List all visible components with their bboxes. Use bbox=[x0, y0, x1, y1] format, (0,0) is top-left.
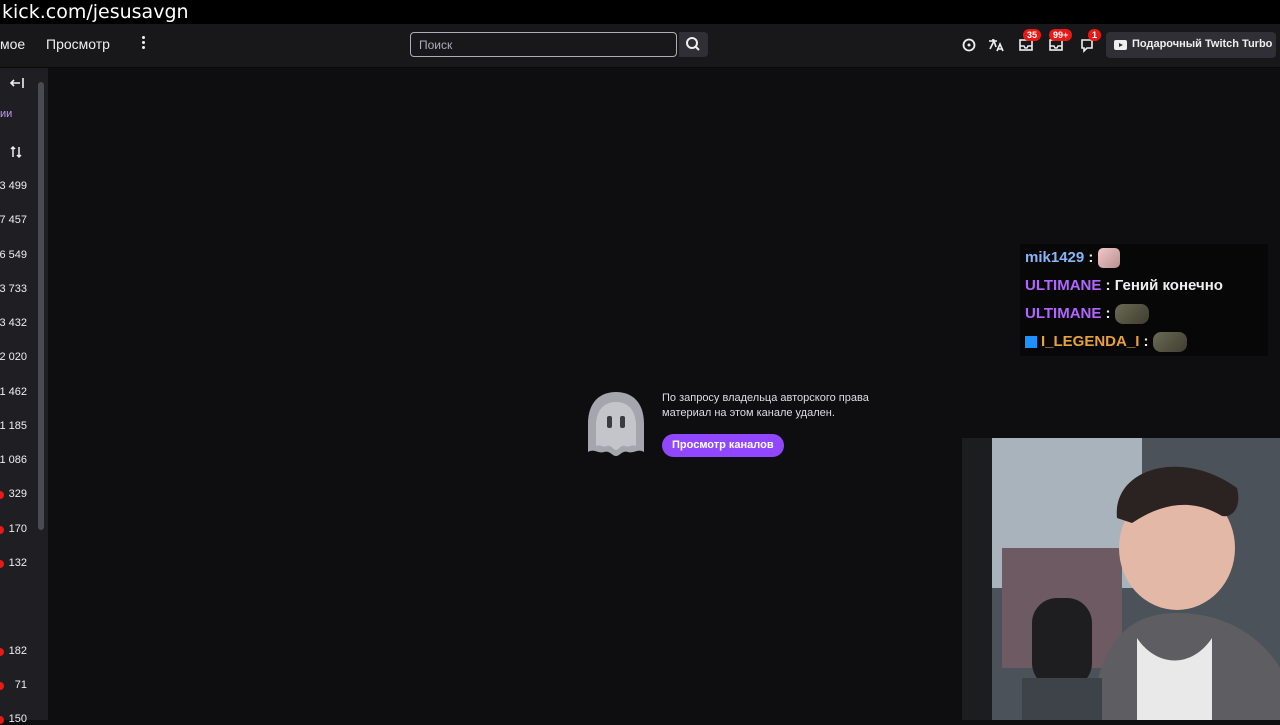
nav-following-link[interactable]: мое bbox=[0, 36, 25, 52]
search-input[interactable]: Поиск bbox=[410, 32, 677, 57]
live-dot-icon bbox=[0, 560, 4, 568]
search-icon bbox=[686, 37, 700, 51]
sidebar-scrollbar[interactable] bbox=[38, 82, 44, 530]
turbo-icon bbox=[1114, 40, 1127, 50]
sidebar-viewer-count: 3 733 bbox=[0, 283, 27, 295]
live-dot-icon bbox=[0, 716, 4, 724]
more-menu-icon[interactable] bbox=[138, 34, 148, 54]
gift-turbo-button[interactable]: Подарочный Twitch Turbo bbox=[1106, 32, 1276, 58]
chat-username: I_LEGENDA_I bbox=[1041, 333, 1140, 350]
sidebar-viewer-count: 71 bbox=[14, 679, 27, 691]
sidebar-viewer-count: 6 549 bbox=[0, 249, 27, 261]
live-dot-icon bbox=[0, 491, 4, 499]
chat-overlay: mik1429 : ULTIMANE : Гений конечно ULTIM… bbox=[1020, 244, 1268, 356]
chat-username: ULTIMANE bbox=[1025, 305, 1102, 322]
collapse-sidebar-icon[interactable] bbox=[8, 76, 26, 90]
search-button[interactable] bbox=[679, 32, 708, 57]
frog-emote-icon bbox=[1114, 304, 1149, 325]
frog-emote-icon bbox=[1152, 332, 1187, 353]
browse-channels-button[interactable]: Просмотр каналов bbox=[662, 434, 784, 457]
top-nav: мое Просмотр Поиск 35 99+ 1 Подарочный T… bbox=[0, 24, 1280, 68]
sidebar-viewer-count: 3 432 bbox=[0, 317, 27, 329]
prime-icon[interactable] bbox=[960, 36, 978, 54]
chat-username: mik1429 bbox=[1025, 249, 1085, 266]
inbox-badge: 35 bbox=[1023, 29, 1042, 41]
sidebar-section-label: ии bbox=[0, 108, 13, 120]
notifications-badge: 1 bbox=[1088, 29, 1102, 41]
sort-icon[interactable] bbox=[9, 144, 23, 160]
sidebar-viewer-count: 150 bbox=[8, 713, 27, 725]
sidebar-viewer-count: 2 020 bbox=[0, 351, 27, 363]
sidebar-viewer-count: 170 bbox=[8, 523, 27, 535]
live-dot-icon bbox=[0, 682, 4, 690]
sidebar-viewer-count: 1 462 bbox=[0, 386, 27, 398]
url-text: kick.com/jesusavgn bbox=[2, 1, 189, 23]
sidebar-viewer-count: 3 499 bbox=[0, 180, 27, 192]
translate-icon[interactable] bbox=[986, 36, 1004, 54]
sidebar: ии 3 499 7 457 6 549 3 733 3 432 2 020 1 462 1 … bbox=[0, 68, 48, 725]
nav-browse-link[interactable]: Просмотр bbox=[46, 36, 110, 52]
copyright-message: По запросу владельца авторского права ма… bbox=[662, 392, 869, 419]
webcam-overlay bbox=[962, 438, 1280, 720]
chat-message: Гений конечно bbox=[1114, 277, 1223, 294]
whispers-badge: 99+ bbox=[1049, 29, 1073, 41]
sidebar-viewer-count: 182 bbox=[8, 645, 27, 657]
search-placeholder: Поиск bbox=[419, 38, 453, 52]
stream-url-overlay: kick.com/jesusavgn bbox=[0, 0, 1280, 24]
chat-line: ULTIMANE : bbox=[1020, 300, 1268, 328]
turbo-label: Подарочный Twitch Turbo bbox=[1132, 38, 1273, 50]
sidebar-viewer-count: 1 185 bbox=[0, 420, 27, 432]
live-dot-icon bbox=[0, 526, 4, 534]
user-badge-icon bbox=[1025, 336, 1037, 349]
chat-line: I_LEGENDA_I : bbox=[1020, 328, 1268, 356]
sidebar-viewer-count: 1 086 bbox=[0, 454, 27, 466]
chat-line: ULTIMANE : Гений конечно bbox=[1020, 272, 1268, 300]
chat-username: ULTIMANE bbox=[1025, 277, 1102, 294]
chat-line: mik1429 : bbox=[1020, 244, 1268, 272]
live-dot-icon bbox=[0, 648, 4, 656]
sidebar-viewer-count: 7 457 bbox=[0, 214, 27, 226]
offline-ghost-icon bbox=[584, 388, 648, 465]
cat-emote-icon bbox=[1097, 248, 1120, 269]
sidebar-viewer-count: 132 bbox=[8, 557, 27, 569]
sidebar-viewer-count: 329 bbox=[8, 488, 27, 500]
